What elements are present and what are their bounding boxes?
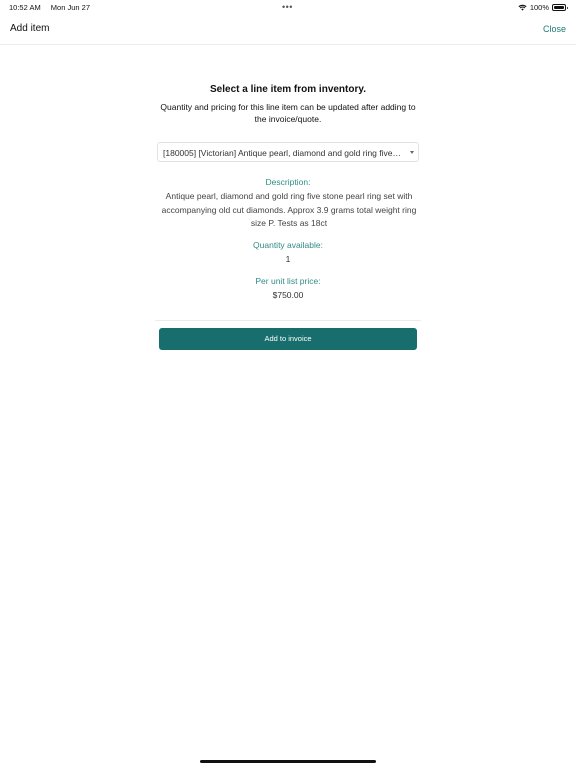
home-indicator[interactable] — [200, 760, 376, 763]
close-button[interactable]: Close — [543, 24, 566, 34]
battery-percent: 100% — [529, 3, 549, 12]
price-value: $750.00 — [272, 290, 304, 300]
description-label: Description: — [265, 177, 311, 187]
battery-fill — [554, 6, 564, 9]
price-label: Per unit list price: — [255, 276, 321, 286]
description-text: Antique pearl, diamond and gold ring fiv… — [161, 191, 417, 228]
inventory-item-select[interactable]: [180005] [Victorian] Antique pearl, diam… — [157, 142, 419, 162]
status-bar: 10:52 AM Mon Jun 27 ••• 100% — [0, 0, 576, 14]
status-time: 10:52 AM — [9, 3, 41, 12]
wifi-icon — [518, 4, 527, 11]
page-title: Add item — [10, 23, 50, 34]
quantity-label: Quantity available: — [253, 240, 323, 250]
battery-icon — [552, 4, 568, 11]
add-to-invoice-button[interactable]: Add to invoice — [159, 328, 417, 350]
chevron-down-icon — [410, 151, 414, 154]
status-left: 10:52 AM Mon Jun 27 — [9, 3, 98, 12]
multitasking-dots[interactable]: ••• — [282, 2, 293, 12]
nav-bar: Add item Close — [0, 14, 576, 45]
section-heading: Select a line item from inventory. — [210, 84, 366, 95]
status-right: 100% — [518, 3, 568, 12]
divider — [155, 320, 421, 321]
selected-item-text: [180005] [Victorian] Antique pearl, diam… — [163, 148, 403, 158]
section-subheading: Quantity and pricing for this line item … — [160, 102, 416, 124]
battery-cap — [566, 6, 568, 9]
quantity-value: 1 — [285, 254, 291, 264]
status-date: Mon Jun 27 — [50, 3, 90, 12]
